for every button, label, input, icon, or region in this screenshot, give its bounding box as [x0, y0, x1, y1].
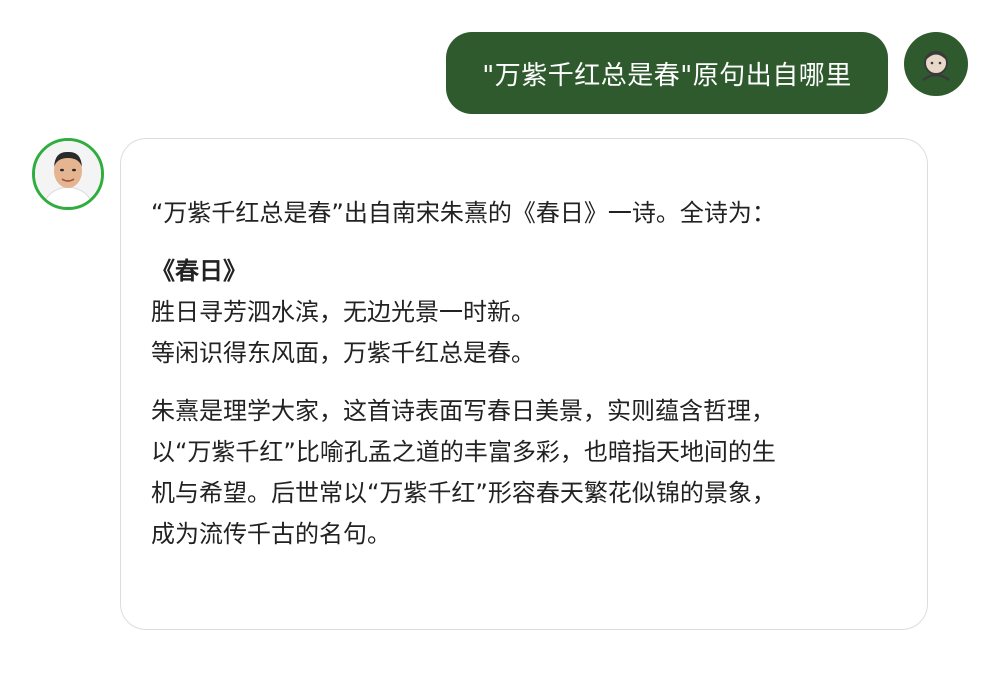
answer-intro: “万紫千红总是春”出自南宋朱熹的《春日》一诗。全诗为：: [151, 199, 776, 227]
user-silhouette-icon: [922, 51, 950, 82]
user-avatar[interactable]: [904, 32, 968, 96]
poem-block: 《春日》 胜日寻芳泗水滨，无边光景一时新。 等闲识得东风面，万紫千红总是春。: [151, 251, 897, 374]
explanation-line: 机与希望。后世常以“万紫千红”形容春天繁花似锦的景象，: [151, 479, 776, 507]
poem-line: 胜日寻芳泗水滨，无边光景一时新。: [151, 298, 535, 326]
user-message-text: "万紫千红总是春"原句出自哪里: [482, 60, 852, 91]
answer-explanation: 朱熹是理学大家，这首诗表面写春日美景，实则蕴含哲理， 以“万紫千红”比喻孔孟之道…: [151, 391, 897, 555]
assistant-portrait-icon: [35, 141, 101, 207]
assistant-avatar[interactable]: [32, 138, 104, 210]
user-message-bubble: "万紫千红总是春"原句出自哪里: [446, 32, 888, 114]
chat-container: "万紫千红总是春"原句出自哪里 “万紫千红总是春”出自南宋朱熹的《春日》一诗。全…: [0, 0, 1000, 686]
explanation-line: 以“万紫千红”比喻孔孟之道的丰富多彩，也暗指天地间的生: [151, 438, 776, 466]
explanation-line: 成为流传千古的名句。: [151, 520, 391, 548]
assistant-message-bubble: “万紫千红总是春”出自南宋朱熹的《春日》一诗。全诗为： 《春日》 胜日寻芳泗水滨…: [120, 138, 928, 630]
poem-line: 等闲识得东风面，万紫千红总是春。: [151, 339, 535, 367]
explanation-line: 朱熹是理学大家，这首诗表面写春日美景，实则蕴含哲理，: [151, 397, 775, 425]
poem-title: 《春日》: [151, 257, 247, 285]
